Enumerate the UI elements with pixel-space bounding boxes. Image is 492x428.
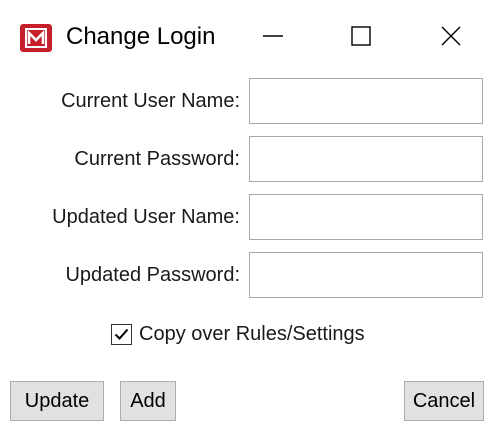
updated-password-input[interactable] [249, 252, 483, 298]
current-user-name-input[interactable] [249, 78, 483, 124]
minimize-icon [263, 35, 283, 37]
add-button[interactable]: Add [120, 381, 176, 421]
current-password-label: Current Password: [74, 148, 240, 170]
cancel-button[interactable]: Cancel [404, 381, 484, 421]
close-button[interactable] [428, 14, 474, 58]
checkmark-icon [114, 328, 129, 340]
update-button[interactable]: Update [10, 381, 104, 421]
copy-settings-option[interactable]: Copy over Rules/Settings [111, 319, 365, 349]
updated-user-name-label: Updated User Name: [52, 206, 240, 228]
minimize-button[interactable] [250, 14, 296, 58]
copy-settings-label: Copy over Rules/Settings [139, 323, 365, 345]
current-password-input[interactable] [249, 136, 483, 182]
copy-settings-checkbox[interactable] [111, 323, 132, 345]
updated-password-label: Updated Password: [65, 264, 240, 286]
title-bar[interactable]: Change Login [0, 0, 492, 76]
close-icon [441, 26, 461, 46]
maximize-button[interactable] [338, 14, 384, 58]
current-user-name-label: Current User Name: [61, 90, 240, 112]
change-login-dialog: Change Login Current User Name: Current … [0, 0, 492, 428]
maximize-icon [351, 26, 371, 46]
app-logo-icon [20, 24, 52, 52]
window-title: Change Login [66, 23, 216, 50]
updated-user-name-input[interactable] [249, 194, 483, 240]
